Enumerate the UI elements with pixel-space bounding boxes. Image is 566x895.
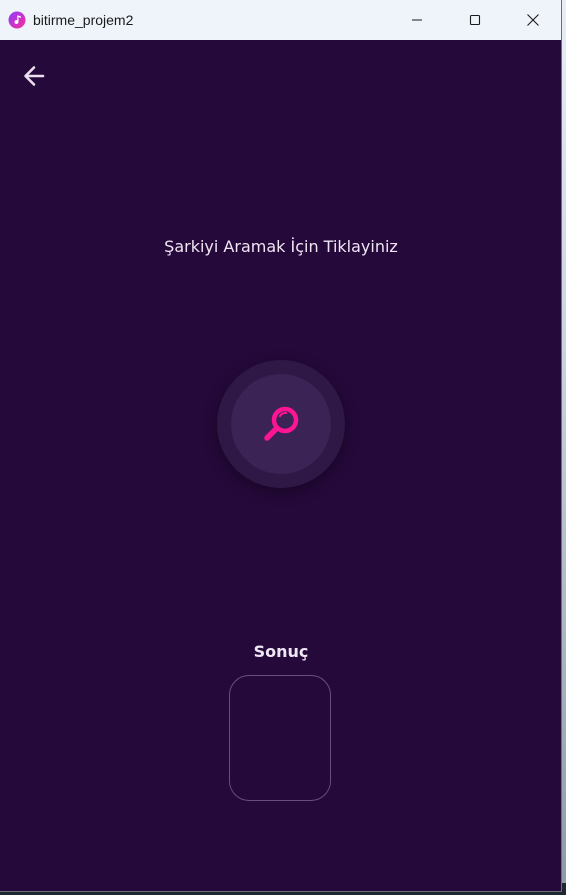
search-button-halo: [217, 360, 345, 488]
magnifier-icon: [264, 406, 299, 441]
title-bar[interactable]: bitirme_projem2: [0, 0, 561, 40]
back-button[interactable]: [18, 60, 50, 92]
window-title: bitirme_projem2: [33, 12, 134, 28]
close-button[interactable]: [504, 0, 561, 40]
window-controls: [388, 0, 561, 40]
maximize-icon: [469, 14, 481, 26]
maximize-button[interactable]: [446, 0, 504, 40]
search-button[interactable]: [231, 374, 331, 474]
arrow-left-icon: [24, 66, 45, 86]
result-label: Sonuç: [253, 642, 309, 661]
app-music-icon: [8, 11, 26, 29]
close-icon: [527, 14, 539, 26]
main-content: Şarkiyi Aramak İçin Tiklayiniz Sonuç: [0, 40, 561, 891]
result-box: [229, 675, 331, 801]
app-window: bitirme_projem2 Şarkiyi Aramak İçin Tikl…: [0, 0, 562, 892]
minimize-icon: [412, 19, 422, 21]
search-prompt-text: Şarkiyi Aramak İçin Tiklayiniz: [164, 237, 398, 256]
minimize-button[interactable]: [388, 0, 446, 40]
